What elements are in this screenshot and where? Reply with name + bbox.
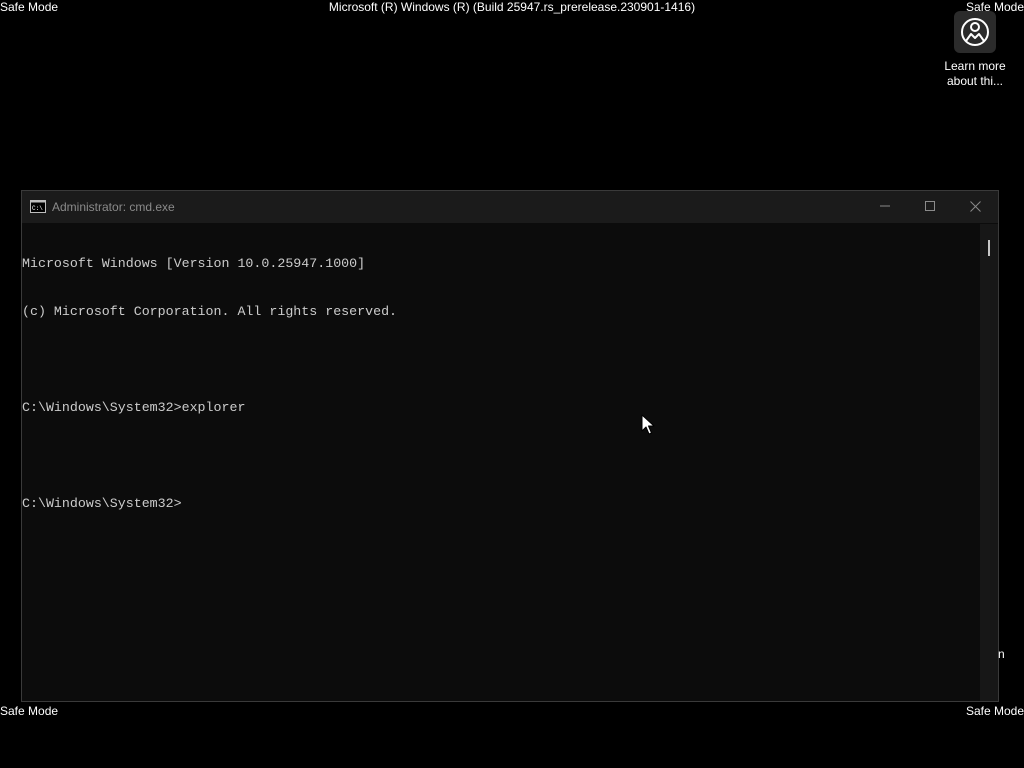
console-line: (c) Microsoft Corporation. All rights re… (22, 304, 398, 319)
console-output[interactable]: Microsoft Windows [Version 10.0.25947.10… (22, 224, 980, 701)
close-icon (969, 200, 981, 212)
minimize-button[interactable] (862, 191, 908, 221)
minimize-icon (880, 205, 890, 207)
window-titlebar[interactable]: C:\ Administrator: cmd.exe (22, 191, 998, 223)
svg-text:C:\: C:\ (32, 205, 43, 212)
learn-more-icon (954, 11, 996, 53)
cmd-window[interactable]: C:\ Administrator: cmd.exe Microsoft Win… (21, 190, 999, 702)
learn-more-caption-line1: Learn more (944, 59, 1006, 73)
maximize-icon (925, 201, 935, 211)
learn-more-caption: Learn more about thi... (940, 59, 1010, 89)
safe-mode-label-bottom-left: Safe Mode (0, 704, 59, 718)
scrollbar-thumb[interactable] (988, 240, 990, 256)
window-title: Administrator: cmd.exe (52, 200, 175, 214)
safe-mode-label-bottom-right: Safe Mode (965, 704, 1024, 718)
learn-more-caption-line2: about thi... (946, 74, 1004, 88)
close-button[interactable] (952, 191, 998, 221)
learn-more-desktop-shortcut[interactable]: Learn more about thi... (940, 10, 1010, 89)
maximize-button[interactable] (907, 191, 953, 221)
console-line: Microsoft Windows [Version 10.0.25947.10… (22, 256, 366, 271)
console-prompt-line[interactable]: C:\Windows\System32> (22, 496, 980, 512)
mouse-pointer-icon (641, 414, 655, 435)
console-line: C:\Windows\System32>explorer (22, 400, 246, 415)
vertical-scrollbar[interactable] (980, 224, 998, 701)
build-info-text: Microsoft (R) Windows (R) (Build 25947.r… (328, 0, 696, 14)
cmd-icon: C:\ (30, 200, 46, 213)
partial-desktop-text: n (998, 647, 1005, 661)
